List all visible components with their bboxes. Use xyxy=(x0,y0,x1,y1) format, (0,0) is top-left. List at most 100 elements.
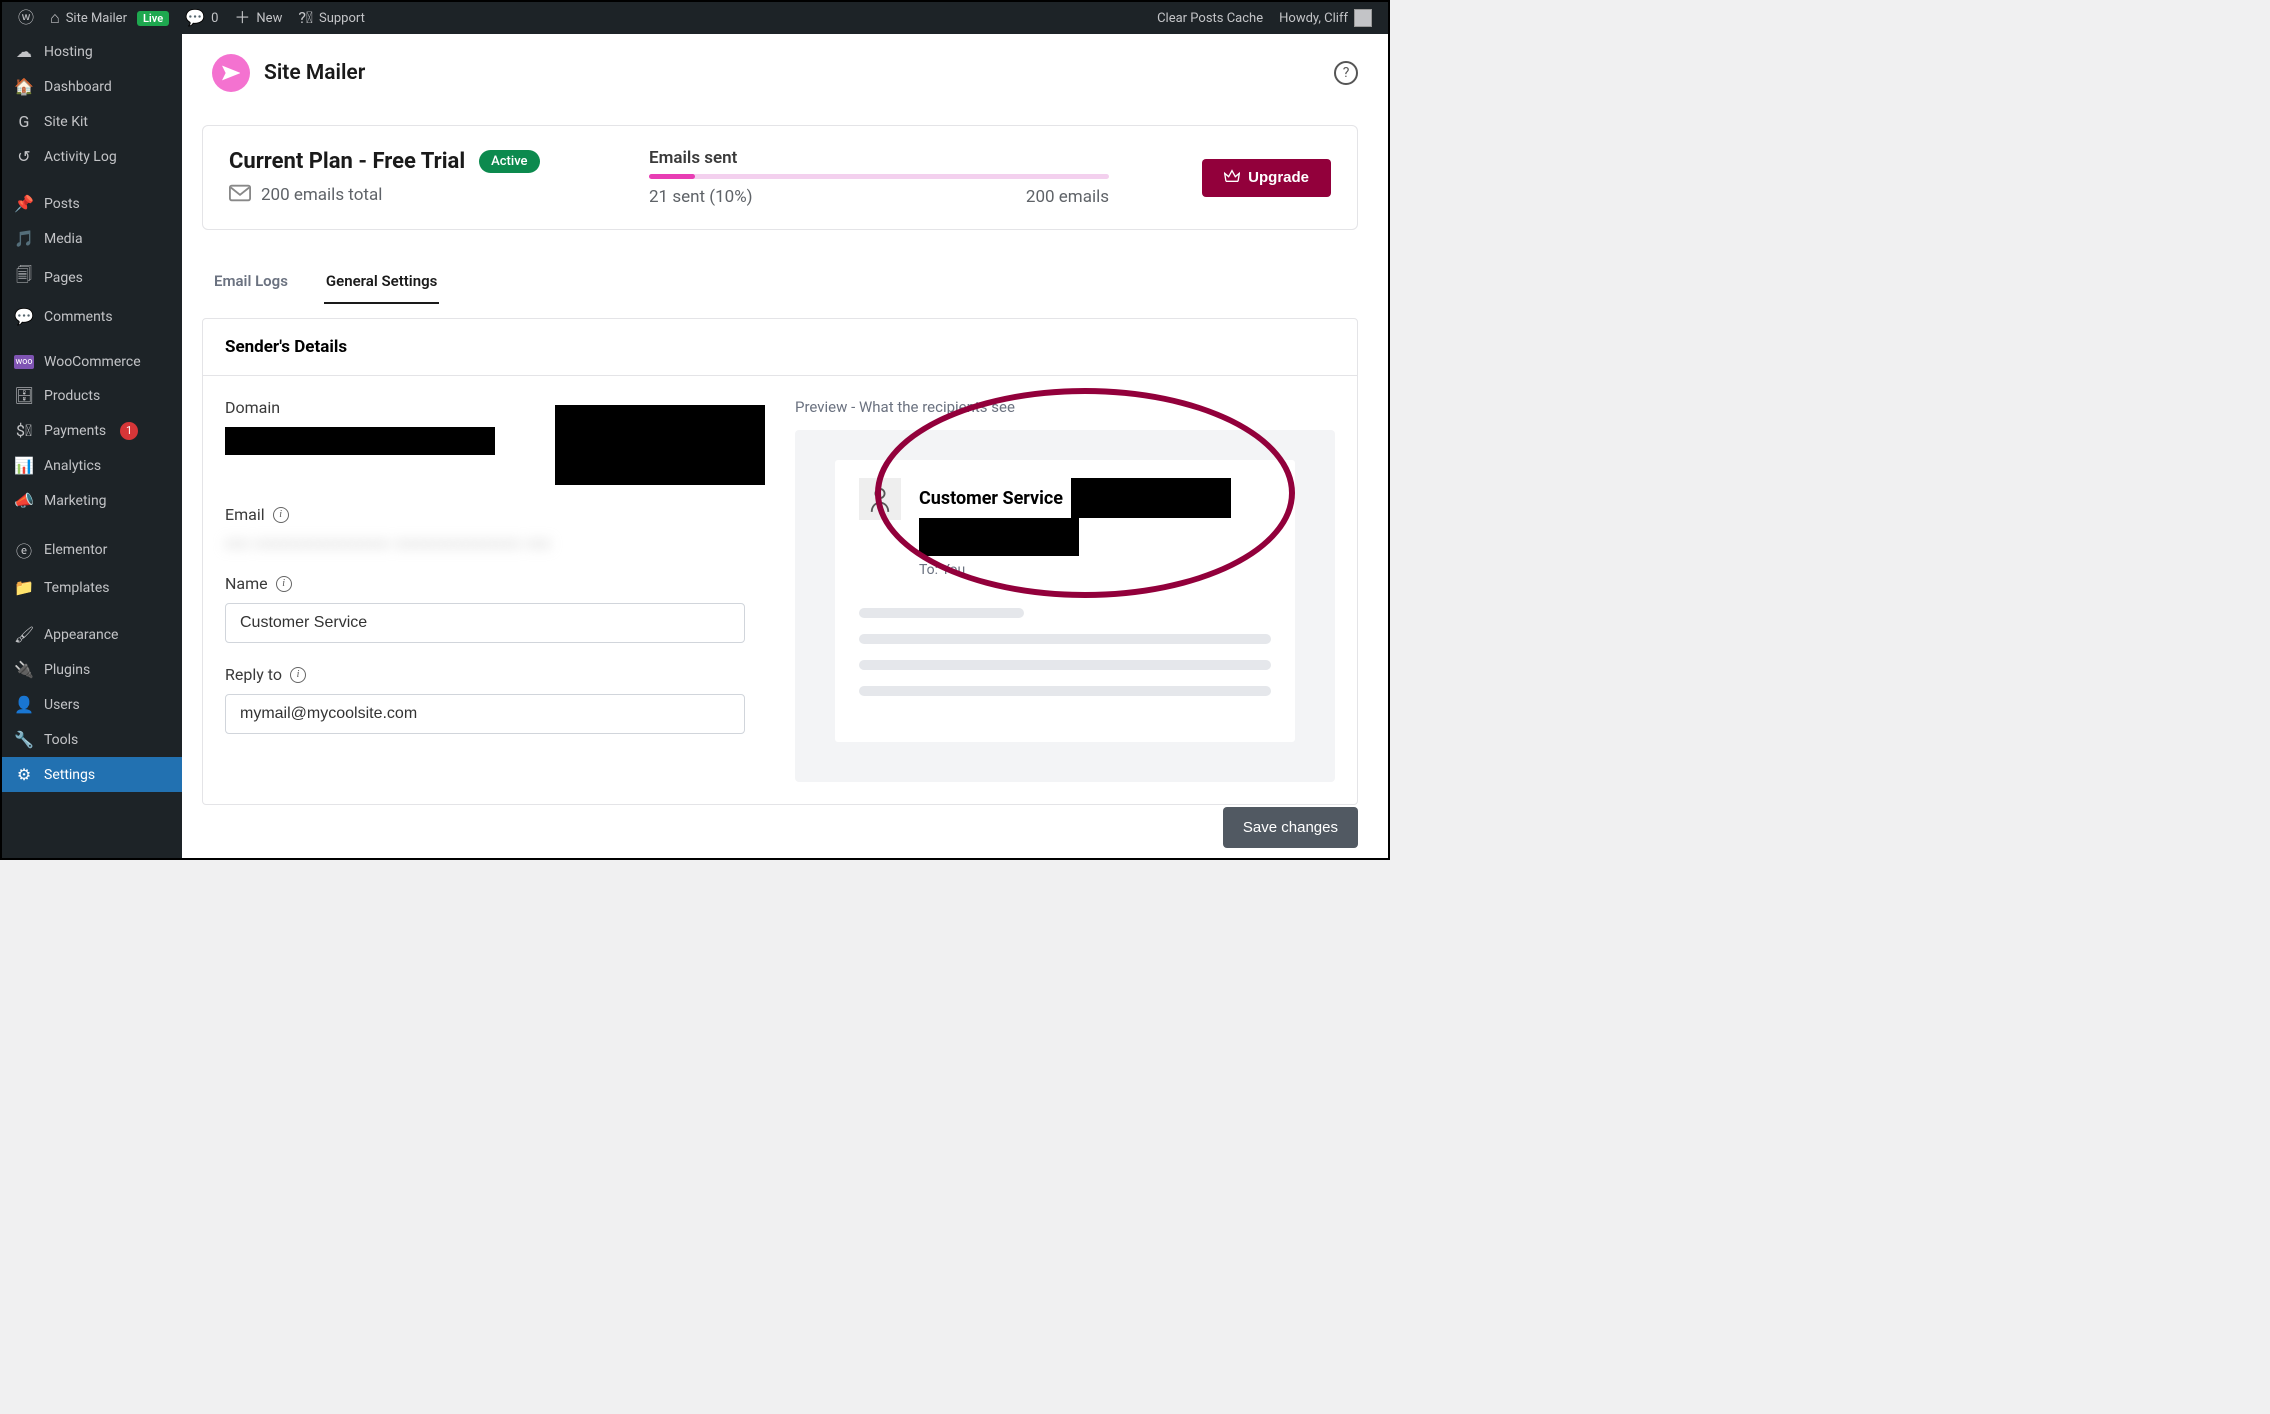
plan-card: Current Plan - Free Trial Active 200 ema… xyxy=(202,125,1358,230)
sidebar-item-elementor[interactable]: ⓔElementor xyxy=(2,530,182,570)
user-menu[interactable]: Howdy, Cliff xyxy=(1271,2,1380,34)
archive-icon: 🗄 xyxy=(14,386,34,405)
sidebar-item-analytics[interactable]: 📊Analytics xyxy=(2,448,182,483)
preview-box: Customer Service To: You xyxy=(795,430,1335,782)
preview-sender-name: Customer Service xyxy=(919,488,1063,509)
progress-bar xyxy=(649,174,1109,179)
sidebar-item-tools[interactable]: 🔧Tools xyxy=(2,722,182,757)
sidebar-item-templates[interactable]: 📁Templates xyxy=(2,570,182,605)
comment-icon: 💬 xyxy=(14,307,34,326)
info-icon[interactable]: i xyxy=(273,507,289,523)
tabs: Email Logs General Settings xyxy=(212,260,1388,304)
dashboard-icon: 🏠 xyxy=(14,77,34,96)
preview-label: Preview - What the recipients see xyxy=(795,398,1335,416)
emails-sent-label: Emails sent xyxy=(649,148,1202,168)
wordpress-icon: ⓦ xyxy=(18,10,34,26)
form-column: Domain Emaili xxx xxxxxxxxxxxxxxxx xxxxx… xyxy=(225,398,765,782)
panel-title: Sender's Details xyxy=(203,319,1357,376)
page-header: Site Mailer ? xyxy=(182,34,1388,110)
site-home[interactable]: ⌂ Site Mailer Live xyxy=(42,2,177,34)
preview-to: To: You xyxy=(919,562,1271,578)
live-badge: Live xyxy=(137,11,169,26)
help-button[interactable]: ? xyxy=(1334,61,1358,85)
sidebar-item-products[interactable]: 🗄Products xyxy=(2,378,182,413)
settings-panel: Sender's Details Domain Emaili xxx xxxxx… xyxy=(202,318,1358,805)
upgrade-button[interactable]: Upgrade xyxy=(1202,159,1331,197)
save-button[interactable]: Save changes xyxy=(1223,807,1358,848)
sidebar-item-settings[interactable]: ⚙Settings xyxy=(2,757,182,792)
plug-icon: 🔌 xyxy=(14,660,34,679)
page-icon: 🗐 xyxy=(14,264,34,291)
comment-count: 0 xyxy=(211,11,218,26)
preview-body-placeholder xyxy=(859,608,1271,696)
sidebar-item-comments[interactable]: 💬Comments xyxy=(2,299,182,334)
sidebar-item-activitylog[interactable]: ↺Activity Log xyxy=(2,139,182,174)
sidebar-item-woocommerce[interactable]: wooWooCommerce xyxy=(2,346,182,378)
megaphone-icon: 📣 xyxy=(14,491,34,510)
money-icon: $⃞ xyxy=(14,421,34,440)
info-icon[interactable]: i xyxy=(290,667,306,683)
wrench-icon: 🔧 xyxy=(14,730,34,749)
sidebar-item-media[interactable]: 🎵Media xyxy=(2,221,182,256)
sidebar-item-payments[interactable]: $⃞Payments1 xyxy=(2,413,182,448)
comments-link[interactable]: 💬 0 xyxy=(177,2,226,34)
new-content[interactable]: ＋ New xyxy=(226,2,290,34)
info-icon[interactable]: i xyxy=(276,576,292,592)
sidebar-item-dashboard[interactable]: 🏠Dashboard xyxy=(2,69,182,104)
crown-icon xyxy=(1224,169,1240,187)
admin-bar: ⓦ ⌂ Site Mailer Live 💬 0 ＋ New ?⃝ Suppor… xyxy=(2,2,1388,34)
history-icon: ↺ xyxy=(14,147,34,166)
sidebar-item-hosting[interactable]: ☁Hosting xyxy=(2,34,182,69)
name-input[interactable] xyxy=(225,603,745,643)
page-title: Site Mailer xyxy=(264,61,365,85)
google-icon: G xyxy=(14,112,34,131)
replyto-input[interactable] xyxy=(225,694,745,734)
plan-title: Current Plan - Free Trial Active xyxy=(229,149,649,174)
redacted-domain xyxy=(225,427,495,455)
envelope-icon xyxy=(229,184,251,207)
woo-icon: woo xyxy=(14,355,34,369)
sidebar-item-pages[interactable]: 🗐Pages xyxy=(2,256,182,299)
brush-icon: 🖌 xyxy=(14,625,34,644)
user-icon: 👤 xyxy=(14,695,34,714)
notification-badge: 1 xyxy=(120,422,138,440)
gear-icon: ⚙ xyxy=(14,765,34,784)
avatar-icon xyxy=(1354,9,1372,27)
preview-card: Customer Service To: You xyxy=(835,460,1295,742)
tab-general-settings[interactable]: General Settings xyxy=(324,260,439,304)
sidebar-item-sitekit[interactable]: GSite Kit xyxy=(2,104,182,139)
wp-logo[interactable]: ⓦ xyxy=(10,2,42,34)
preview-column: Preview - What the recipients see Custom… xyxy=(795,398,1335,782)
chart-icon: 📊 xyxy=(14,456,34,475)
sidebar-item-users[interactable]: 👤Users xyxy=(2,687,182,722)
plus-icon: ＋ xyxy=(234,10,250,26)
cloud-icon: ☁ xyxy=(14,42,34,61)
support-link[interactable]: ?⃝ Support xyxy=(290,2,373,34)
sidebar-item-appearance[interactable]: 🖌Appearance xyxy=(2,617,182,652)
clear-cache[interactable]: Clear Posts Cache xyxy=(1149,2,1271,34)
progress-fill xyxy=(649,174,695,179)
admin-sidebar: ☁Hosting 🏠Dashboard GSite Kit ↺Activity … xyxy=(2,34,182,858)
footer-actions: Save changes xyxy=(1223,807,1358,848)
pin-icon: 📌 xyxy=(14,194,34,213)
sidebar-item-posts[interactable]: 📌Posts xyxy=(2,186,182,221)
support-label: Support xyxy=(319,11,365,26)
home-icon: ⌂ xyxy=(50,10,60,26)
email-value-blurred: xxx xxxxxxxxxxxxxxxx xxxxxxxxxxxxxxx xxx xyxy=(225,534,765,552)
media-icon: 🎵 xyxy=(14,229,34,248)
sitemailer-logo-icon xyxy=(212,54,250,92)
sent-cap: 200 emails xyxy=(1026,187,1109,207)
preview-sender-row: Customer Service xyxy=(919,478,1271,518)
comment-icon: 💬 xyxy=(185,10,205,26)
sidebar-item-marketing[interactable]: 📣Marketing xyxy=(2,483,182,518)
main-content: Site Mailer ? Current Plan - Free Trial … xyxy=(182,34,1388,858)
tab-email-logs[interactable]: Email Logs xyxy=(212,260,290,304)
help-icon: ?⃝ xyxy=(298,10,313,26)
sidebar-item-plugins[interactable]: 🔌Plugins xyxy=(2,652,182,687)
new-label: New xyxy=(256,11,282,26)
redacted-sender-email xyxy=(919,518,1079,556)
plan-subtitle: 200 emails total xyxy=(229,184,649,207)
howdy-text: Howdy, Cliff xyxy=(1279,11,1348,26)
redacted-button xyxy=(555,405,765,485)
email-label: Emaili xyxy=(225,505,765,524)
